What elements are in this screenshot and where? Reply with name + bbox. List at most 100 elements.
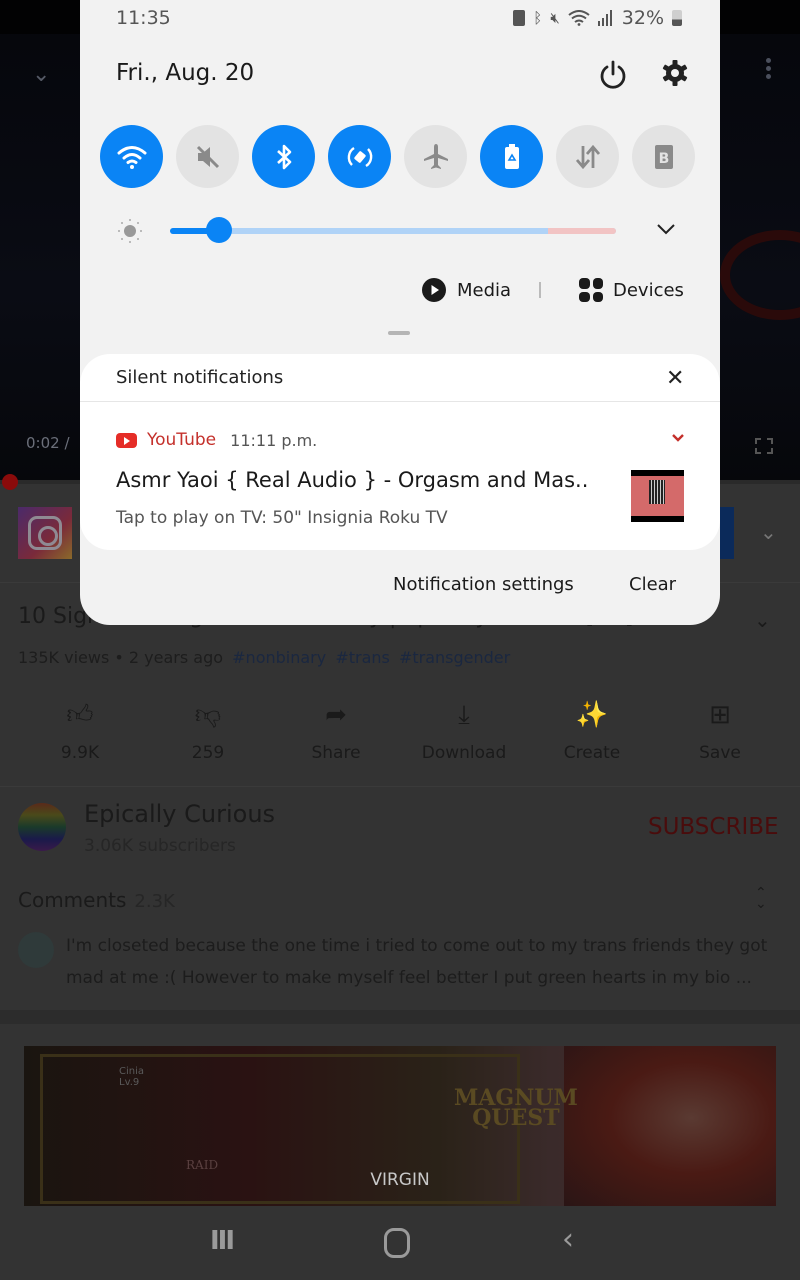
channel-avatar[interactable] [18, 803, 66, 851]
status-icons: ᛒ 🔇︎ 32% [513, 7, 682, 29]
battery-icon [672, 10, 682, 26]
share-button[interactable]: ➦ Share [272, 695, 400, 763]
notification-app-row: YouTube 11:11 p.m. [116, 430, 317, 450]
tile-auto-rotate[interactable] [328, 125, 391, 188]
tile-mobile-data[interactable] [556, 125, 619, 188]
tile-sound-mute[interactable] [176, 125, 239, 188]
subscriber-count: 3.06K subscribers [84, 836, 236, 856]
video-time: 0:02 / [26, 434, 70, 452]
view-count: 135K views [18, 648, 110, 667]
hashtag[interactable]: #transgender [399, 648, 510, 667]
instagram-icon[interactable] [18, 507, 72, 559]
notification-section-header: Silent notifications ✕ [80, 354, 720, 402]
expand-description-icon[interactable]: ⌄ [754, 608, 771, 632]
channel-name[interactable]: Epically Curious [84, 800, 275, 828]
hashtag[interactable]: #trans [335, 648, 390, 667]
media-button[interactable]: Media [422, 278, 511, 302]
tile-bixby-routines[interactable]: B [632, 125, 695, 188]
tile-bluetooth[interactable] [252, 125, 315, 188]
save-button[interactable]: ⊞ Save [656, 695, 784, 763]
battery-saver-icon [513, 10, 526, 26]
download-button[interactable]: ⤓ Download [400, 695, 528, 763]
video-meta: 135K views • 2 years ago #nonbinary #tra… [18, 648, 511, 667]
recents-icon[interactable]: III [210, 1226, 235, 1256]
status-bar: 11:35 ᛒ 🔇︎ 32% [80, 0, 720, 38]
expand-chevron-icon[interactable] [654, 220, 678, 238]
back-icon[interactable]: ‹ [562, 1222, 574, 1257]
top-comment[interactable]: I'm closeted because the one time i trie… [66, 930, 786, 994]
notification-card: Silent notifications ✕ YouTube 11:11 p.m… [80, 354, 720, 550]
video-actions: 👍︎ 9.9K 👎︎ 259 ➦ Share ⤓ Download ✨ Crea… [0, 695, 800, 775]
thumbs-down-icon: 👎︎ [194, 700, 222, 730]
wifi-icon [568, 10, 590, 26]
ad-banner[interactable]: Cinia Lv.9 RAID MAGNUM QUEST VIRGIN [24, 1046, 776, 1206]
notification-shade: 11:35 ᛒ 🔇︎ 32% Fri., Aug. 20 B Media Dev… [80, 0, 720, 625]
minimize-chevron-icon[interactable]: ⌄ [32, 62, 50, 87]
devices-button[interactable]: Devices [579, 278, 684, 302]
commenter-avatar [18, 932, 54, 968]
ad-player-info: Cinia Lv.9 [119, 1066, 145, 1088]
subscribe-button[interactable]: SUBSCRIBE [648, 814, 779, 840]
tile-wifi[interactable] [100, 125, 163, 188]
create-button[interactable]: ✨ Create [528, 695, 656, 763]
play-icon [422, 278, 446, 302]
clear-button[interactable]: Clear [629, 574, 676, 595]
create-icon: ✨ [575, 700, 609, 730]
divider [0, 786, 800, 787]
comments-header[interactable]: Comments 2.3K [18, 888, 175, 912]
notification-time: 11:11 p.m. [230, 430, 318, 450]
youtube-logo-icon [116, 432, 137, 448]
ad-game-logo: MAGNUM QUEST [454, 1085, 578, 1131]
more-options-icon[interactable] [766, 58, 772, 82]
like-button[interactable]: 👍︎ 9.9K [16, 695, 144, 763]
battery-percent: 32% [621, 7, 664, 29]
notification-settings-button[interactable]: Notification settings [393, 574, 574, 595]
bixby-routines-icon: B [654, 144, 673, 169]
media-devices-row: Media Devices [80, 278, 720, 308]
gear-icon[interactable] [660, 58, 690, 88]
thumbs-up-icon: 👍︎ [66, 700, 94, 730]
navigation-bar: III ‹ [0, 1208, 800, 1280]
section-divider [0, 1010, 800, 1024]
dislike-button[interactable]: 👎︎ 259 [144, 695, 272, 763]
battery-saver-icon [504, 143, 519, 169]
power-icon[interactable] [598, 60, 628, 90]
drag-handle[interactable] [388, 331, 410, 335]
close-icon[interactable]: ✕ [666, 366, 684, 391]
tile-power-saving[interactable] [480, 125, 543, 188]
scrubber-handle[interactable] [2, 474, 18, 490]
expand-comments-icon[interactable]: ⌃ ⌄ [755, 886, 767, 911]
comments-count: 2.3K [134, 891, 175, 912]
quick-settings-tiles: B [100, 125, 700, 189]
bluetooth-icon [276, 144, 291, 169]
download-icon: ⤓ [458, 700, 470, 730]
expand-notification-icon[interactable] [670, 432, 686, 444]
home-icon[interactable] [384, 1228, 410, 1258]
media-label: Media [457, 279, 512, 301]
wifi-icon [117, 145, 146, 169]
brightness-slider[interactable] [170, 228, 616, 234]
fullscreen-icon[interactable] [755, 438, 773, 454]
chevron-down-icon[interactable]: ⌄ [760, 520, 777, 544]
signal-icon [597, 10, 612, 26]
comments-label: Comments [18, 888, 127, 912]
brightness-icon [118, 219, 142, 243]
devices-label: Devices [613, 279, 684, 301]
date-label[interactable]: Fri., Aug. 20 [116, 60, 254, 86]
hashtag[interactable]: #nonbinary [232, 648, 326, 667]
notification-thumbnail [631, 470, 684, 522]
ad-caption: VIRGIN [370, 1170, 430, 1190]
mute-icon [196, 145, 219, 168]
section-title: Silent notifications [116, 367, 284, 388]
notification-title[interactable]: Asmr Yaoi { Real Audio } - Orgasm and Ma… [116, 468, 588, 492]
brightness-thumb[interactable] [206, 217, 233, 243]
tile-airplane-mode[interactable] [404, 125, 467, 188]
notification-subtitle[interactable]: Tap to play on TV: 50" Insignia Roku TV [116, 508, 448, 528]
status-clock: 11:35 [116, 7, 171, 29]
airplane-icon [423, 143, 448, 169]
svg-text:B: B [658, 151, 669, 167]
link-button[interactable] [720, 507, 734, 559]
bluetooth-icon: ᛒ [533, 9, 543, 27]
video-frame-art [720, 230, 800, 320]
mobile-data-icon [575, 144, 600, 169]
